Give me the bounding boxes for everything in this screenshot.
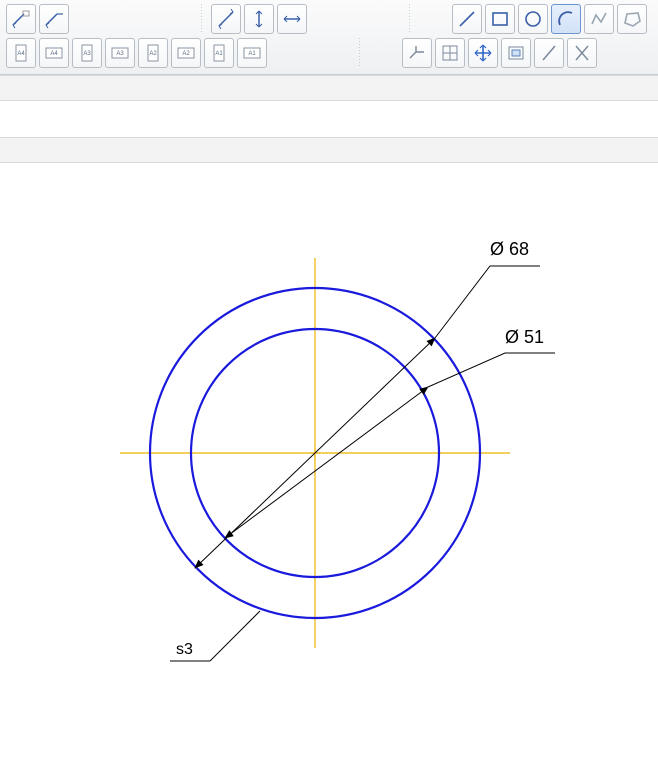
dim-inner-label: Ø 51 bbox=[505, 327, 544, 348]
paper-label: A2 bbox=[182, 51, 190, 57]
tool-circle[interactable] bbox=[518, 4, 548, 34]
toolbar-separator bbox=[201, 4, 202, 34]
paper-label: A4 bbox=[17, 51, 25, 57]
toolbar-row-1 bbox=[6, 4, 652, 34]
section-label: s3 bbox=[176, 641, 193, 659]
paper-label: A2 bbox=[149, 51, 157, 57]
tool-cross[interactable] bbox=[567, 38, 597, 68]
tool-polygon[interactable] bbox=[617, 4, 647, 34]
tool-dim-vert[interactable] bbox=[244, 4, 274, 34]
toolbar-row-2: A4 A4 A3 A3 A2 A2 A1 A1 bbox=[6, 38, 652, 68]
tool-slash[interactable] bbox=[534, 38, 564, 68]
blank-strip bbox=[0, 101, 658, 137]
paper-label: A4 bbox=[50, 51, 58, 57]
paper-label: A3 bbox=[116, 51, 124, 57]
toolbar-separator bbox=[409, 4, 410, 34]
tool-move[interactable] bbox=[468, 38, 498, 68]
toolbar: A4 A4 A3 A3 A2 A2 A1 A1 bbox=[0, 0, 658, 75]
drawing-canvas[interactable]: Ø 68 Ø 51 s3 bbox=[0, 163, 658, 753]
tool-arc[interactable] bbox=[551, 4, 581, 34]
dim-outer-label: Ø 68 bbox=[490, 239, 529, 260]
tool-annotate-2[interactable] bbox=[39, 4, 69, 34]
paper-label: A1 bbox=[248, 51, 256, 57]
toolbar-separator bbox=[359, 38, 360, 68]
paper-a3-landscape[interactable]: A3 bbox=[105, 38, 135, 68]
tool-proj-grid[interactable] bbox=[435, 38, 465, 68]
tool-line[interactable] bbox=[452, 4, 482, 34]
ruler-sub bbox=[0, 137, 658, 163]
paper-a4-landscape[interactable]: A4 bbox=[39, 38, 69, 68]
paper-a4-portrait[interactable]: A4 bbox=[6, 38, 36, 68]
dimension-outer[interactable] bbox=[195, 266, 540, 568]
paper-label: A3 bbox=[83, 51, 91, 57]
paper-a1-landscape[interactable]: A1 bbox=[237, 38, 267, 68]
paper-label: A1 bbox=[215, 51, 223, 57]
tool-annotate-1[interactable] bbox=[6, 4, 36, 34]
tool-proj-iso[interactable] bbox=[402, 38, 432, 68]
tool-rect[interactable] bbox=[485, 4, 515, 34]
paper-a3-portrait[interactable]: A3 bbox=[72, 38, 102, 68]
drawing-svg bbox=[0, 163, 658, 753]
ruler-top bbox=[0, 75, 658, 101]
paper-a1-portrait[interactable]: A1 bbox=[204, 38, 234, 68]
tool-dim-diag[interactable] bbox=[211, 4, 241, 34]
tool-polyline[interactable] bbox=[584, 4, 614, 34]
paper-a2-portrait[interactable]: A2 bbox=[138, 38, 168, 68]
tool-view[interactable] bbox=[501, 38, 531, 68]
tool-dim-horz[interactable] bbox=[277, 4, 307, 34]
paper-a2-landscape[interactable]: A2 bbox=[171, 38, 201, 68]
